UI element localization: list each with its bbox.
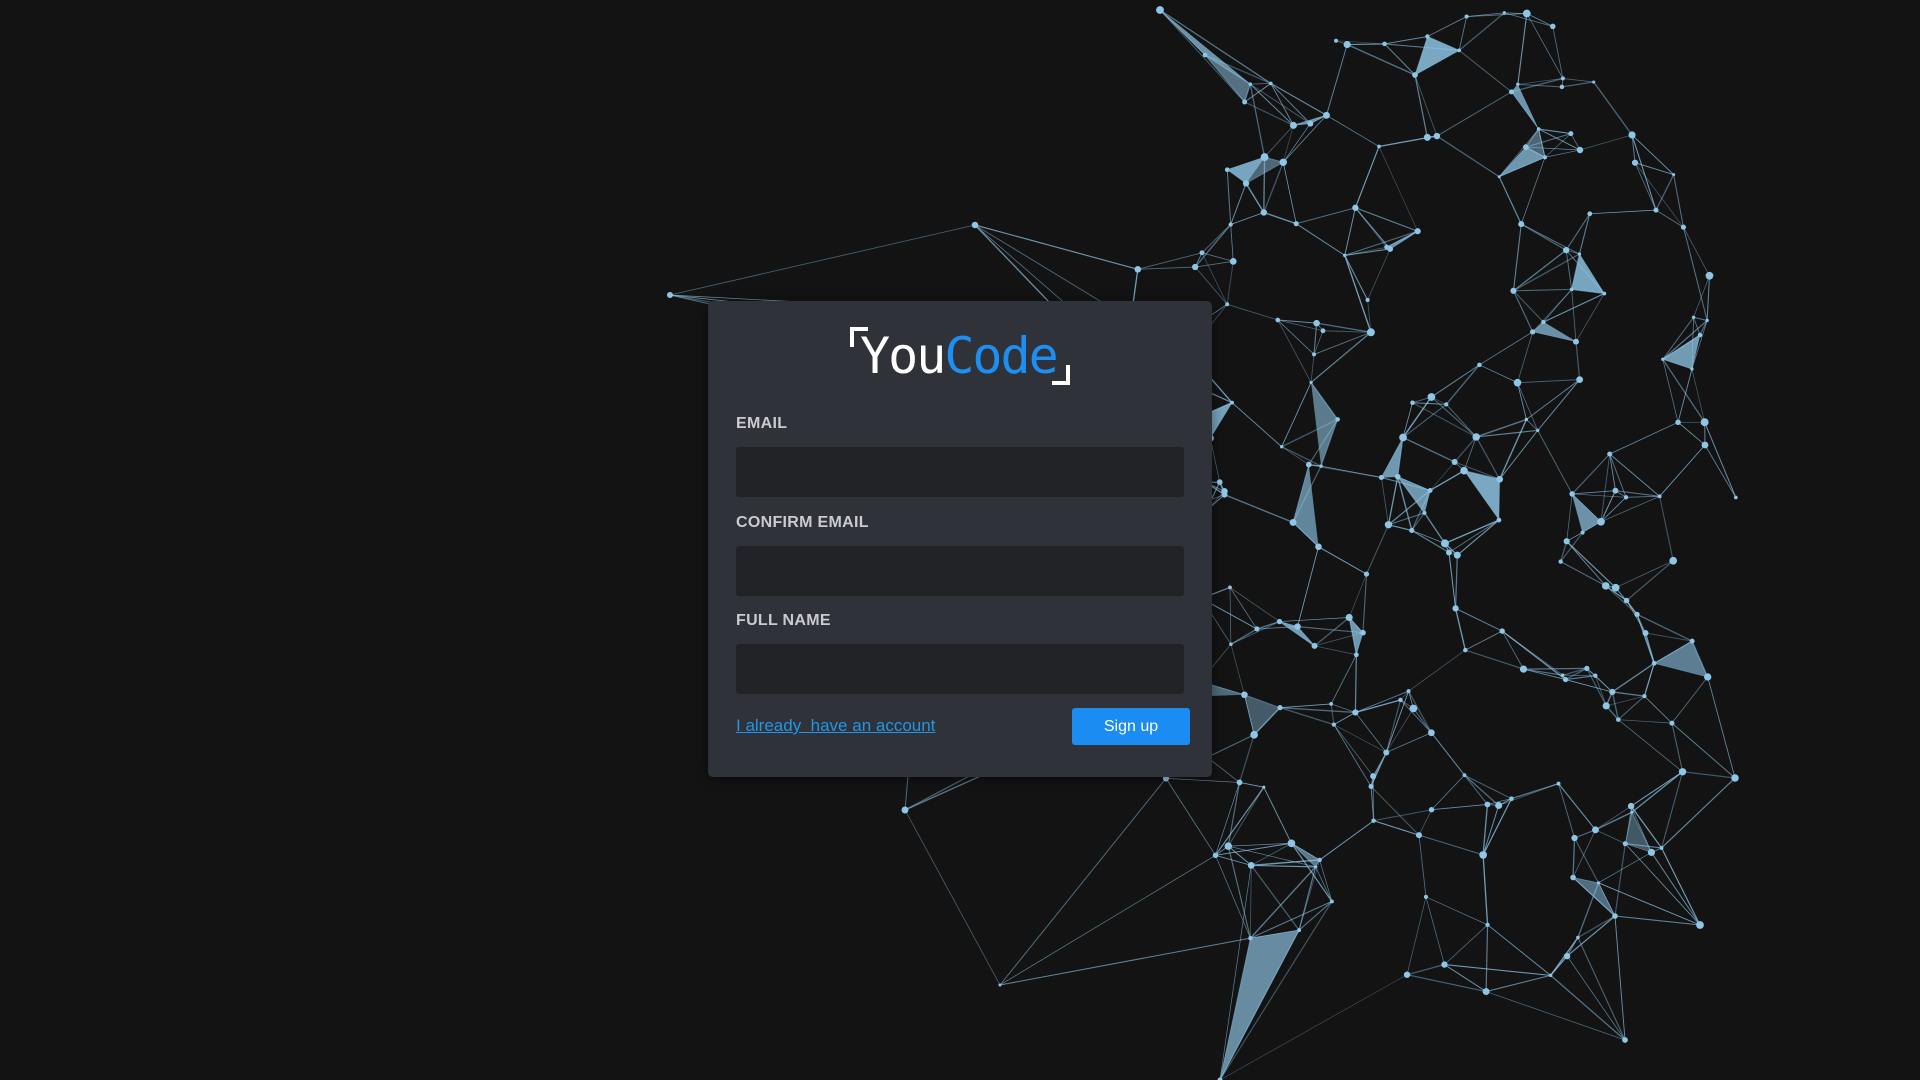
logo-wordmark: YouCode — [860, 327, 1059, 385]
full-name-label: FULL NAME — [736, 612, 831, 629]
full-name-field[interactable] — [736, 644, 1184, 694]
email-field[interactable] — [736, 447, 1184, 497]
logo-bracket-bottom-right — [1052, 365, 1070, 385]
email-label: EMAIL — [736, 415, 788, 432]
youcode-logo: YouCode — [850, 327, 1070, 385]
signup-card: YouCode EMAIL CONFIRM EMAIL FULL NAME I … — [708, 301, 1212, 777]
signup-button[interactable]: Sign up — [1072, 708, 1190, 745]
logo-code-text: Code — [944, 327, 1058, 385]
login-link[interactable]: I already have an account — [736, 716, 935, 736]
confirm-email-field[interactable] — [736, 546, 1184, 596]
confirm-email-label: CONFIRM EMAIL — [736, 514, 869, 531]
logo-you-text: You — [860, 327, 946, 385]
